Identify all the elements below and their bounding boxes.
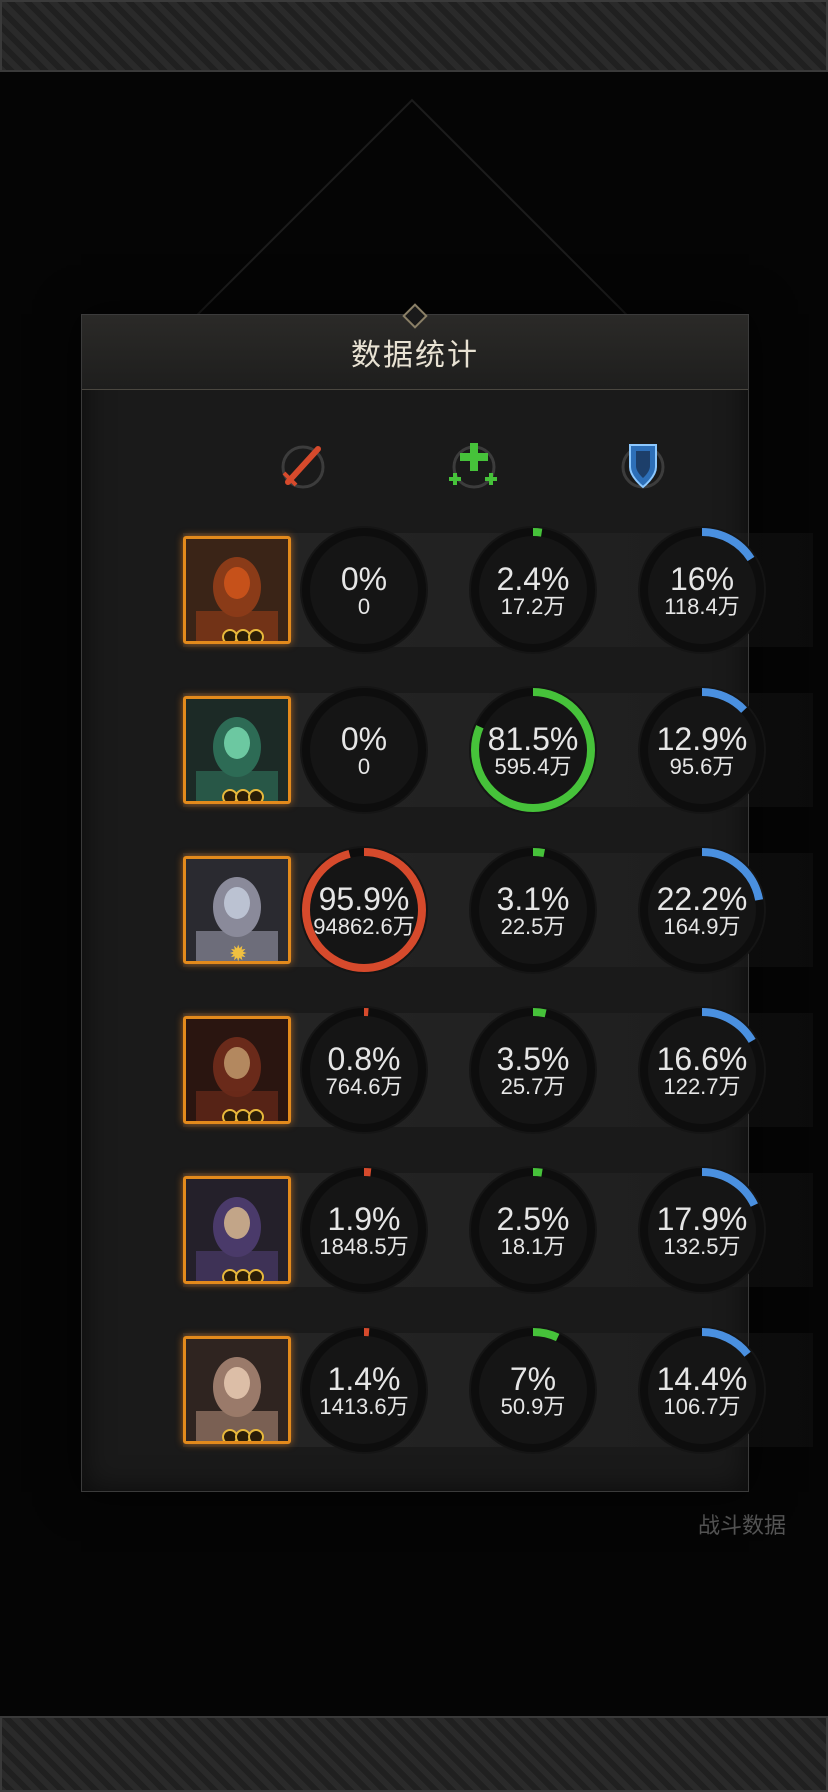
gauge-text: 1.9% 1848.5万 [296, 1201, 432, 1260]
gauge-text: 17.9% 132.5万 [634, 1201, 770, 1260]
gauge-text: 2.5% 18.1万 [465, 1201, 601, 1260]
panel-title: 数据统计 [351, 339, 479, 372]
stat-value: 595.4万 [494, 754, 572, 779]
stat-value: 132.5万 [663, 1234, 741, 1259]
ring-rank-icon [222, 1109, 264, 1121]
gauge-text: 95.9% 94862.6万 [296, 881, 432, 940]
sword-icon [281, 445, 325, 489]
stat-value: 0 [357, 594, 371, 619]
stat-percent: 1.4% [327, 1361, 401, 1397]
hero-portrait[interactable] [183, 696, 291, 804]
gauge-text: 2.4% 17.2万 [465, 561, 601, 620]
hero-portrait[interactable] [183, 536, 291, 644]
gauge-text: 16% 118.4万 [634, 561, 770, 620]
sun-rank-icon: ✹ [229, 941, 248, 964]
stat-gauge: 2.4% 17.2万 [465, 522, 601, 658]
stat-value: 17.2万 [500, 594, 566, 619]
stat-gauge: 81.5% 595.4万 [465, 682, 601, 818]
stat-gauge: 3.1% 22.5万 [465, 842, 601, 978]
stat-gauge: 95.9% 94862.6万 [296, 842, 432, 978]
portrait-art [186, 1019, 288, 1121]
top-border-frame [0, 0, 828, 72]
stat-gauge: 22.2% 164.9万 [634, 842, 770, 978]
ring-rank-icon [222, 1429, 264, 1441]
stat-percent: 16.6% [656, 1041, 748, 1077]
stat-percent: 3.5% [496, 1041, 570, 1077]
stat-value: 22.5万 [500, 914, 566, 939]
hero-portrait[interactable]: ✹ [183, 856, 291, 964]
stat-value: 95.6万 [669, 754, 735, 779]
stat-gauge: 12.9% 95.6万 [634, 682, 770, 818]
stat-gauge: 0.8% 764.6万 [296, 1002, 432, 1138]
gauge-text: 22.2% 164.9万 [634, 881, 770, 940]
panel-header: 数据统计 [82, 303, 748, 390]
gauge-text: 16.6% 122.7万 [634, 1041, 770, 1100]
stat-gauge: 0% 0 [296, 682, 432, 818]
gauge-text: 0% 0 [296, 561, 432, 620]
stat-percent: 95.9% [318, 881, 410, 917]
stat-value: 50.9万 [500, 1394, 566, 1419]
stat-gauge: 0% 0 [296, 522, 432, 658]
portrait-art [186, 699, 288, 801]
gauge-text: 81.5% 595.4万 [465, 721, 601, 780]
stat-percent: 2.5% [496, 1201, 570, 1237]
bottom-border-frame [0, 1716, 828, 1792]
stat-percent: 7% [509, 1361, 557, 1397]
stat-percent: 12.9% [656, 721, 748, 757]
stat-gauge: 17.9% 132.5万 [634, 1162, 770, 1298]
hero-portrait[interactable] [183, 1336, 291, 1444]
stat-value: 764.6万 [325, 1074, 403, 1099]
ring-rank-icon [222, 789, 264, 801]
stat-gauge: 3.5% 25.7万 [465, 1002, 601, 1138]
stat-value: 1413.6万 [319, 1394, 409, 1419]
stat-percent: 17.9% [656, 1201, 748, 1237]
hero-portrait[interactable] [183, 1176, 291, 1284]
stat-gauge: 1.4% 1413.6万 [296, 1322, 432, 1458]
stat-value: 106.7万 [663, 1394, 741, 1419]
stat-value: 94862.6万 [313, 914, 415, 939]
stat-percent: 81.5% [487, 721, 579, 757]
stat-gauge: 16% 118.4万 [634, 522, 770, 658]
stat-percent: 14.4% [656, 1361, 748, 1397]
gauge-text: 7% 50.9万 [465, 1361, 601, 1420]
hero-portrait[interactable] [183, 1016, 291, 1124]
battle-data-label[interactable]: 战斗数据 [698, 1508, 786, 1540]
stat-value: 1848.5万 [319, 1234, 409, 1259]
stat-gauge: 14.4% 106.7万 [634, 1322, 770, 1458]
portrait-art [186, 539, 288, 641]
stat-gauge: 7% 50.9万 [465, 1322, 601, 1458]
stats-panel: 数据统计 0% 0 2.4% 17.2万 16% 118.4万 0% 0 81.… [81, 303, 813, 1492]
stat-gauge: 16.6% 122.7万 [634, 1002, 770, 1138]
portrait-art [186, 1339, 288, 1441]
gauge-text: 0% 0 [296, 721, 432, 780]
stat-percent: 0% [340, 721, 388, 757]
gauge-text: 1.4% 1413.6万 [296, 1361, 432, 1420]
gauge-text: 3.5% 25.7万 [465, 1041, 601, 1100]
gauge-text: 14.4% 106.7万 [634, 1361, 770, 1420]
stat-percent: 3.1% [496, 881, 570, 917]
stat-percent: 22.2% [656, 881, 748, 917]
ring-rank-icon [222, 1269, 264, 1281]
stat-percent: 16% [669, 561, 735, 597]
stat-value: 122.7万 [663, 1074, 741, 1099]
ring-rank-icon [222, 629, 264, 641]
stat-percent: 0% [340, 561, 388, 597]
gauge-text: 3.1% 22.5万 [465, 881, 601, 940]
stat-percent: 2.4% [496, 561, 570, 597]
stat-value: 118.4万 [664, 594, 740, 619]
stat-value: 164.9万 [663, 914, 741, 939]
stat-value: 25.7万 [500, 1074, 566, 1099]
stat-value: 18.1万 [500, 1234, 566, 1259]
heal-cross-icon [449, 443, 497, 489]
stat-value: 0 [357, 754, 371, 779]
portrait-art [186, 1179, 288, 1281]
shield-icon [621, 444, 665, 489]
stat-gauge: 2.5% 18.1万 [465, 1162, 601, 1298]
gauge-text: 12.9% 95.6万 [634, 721, 770, 780]
stat-percent: 1.9% [327, 1201, 401, 1237]
gauge-text: 0.8% 764.6万 [296, 1041, 432, 1100]
stat-gauge: 1.9% 1848.5万 [296, 1162, 432, 1298]
stat-percent: 0.8% [327, 1041, 401, 1077]
